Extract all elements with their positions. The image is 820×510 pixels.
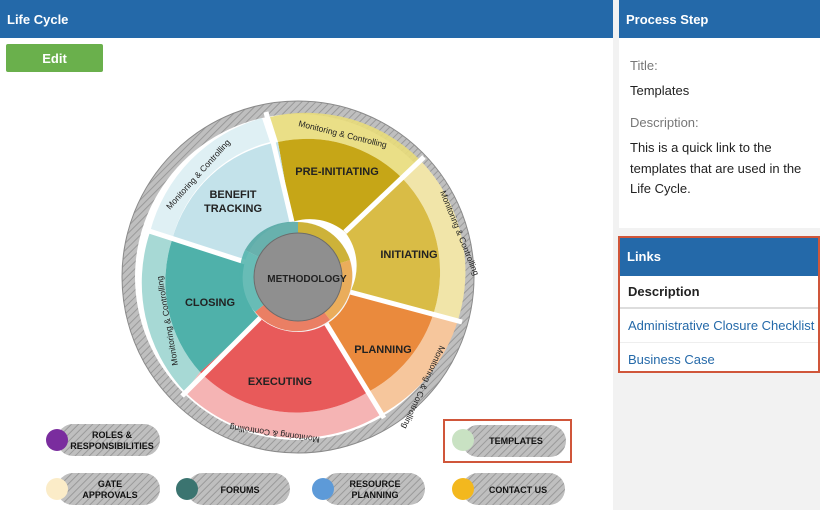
links-column-header: Description [620, 276, 818, 309]
svg-text:PLANNING: PLANNING [352, 490, 399, 500]
description-label: Description: [630, 115, 699, 130]
description-line-1: This is a quick link to the [630, 140, 772, 155]
label-executing: EXECUTING [248, 376, 312, 388]
links-header: Links [620, 238, 818, 276]
link-administrative-closure-checklist[interactable]: Administrative Closure Checklist [620, 309, 818, 343]
legend-roles[interactable]: ROLES & RESPONSIBILITIES [46, 424, 160, 456]
legend-templates[interactable]: TEMPLATES [452, 425, 566, 457]
label-planning: PLANNING [354, 344, 411, 356]
title-label: Title: [630, 58, 658, 73]
svg-text:TEMPLATES: TEMPLATES [489, 436, 543, 446]
legend-forums[interactable]: FORUMS [176, 473, 290, 505]
svg-text:CONTACT US: CONTACT US [489, 485, 547, 495]
label-benefit: BENEFIT [209, 189, 256, 201]
svg-text:ROLES &: ROLES & [92, 430, 133, 440]
title-value: Templates [630, 83, 690, 98]
svg-text:RESOURCE: RESOURCE [349, 479, 400, 489]
links-panel: Links Description Administrative Closure… [618, 236, 820, 373]
label-pre-initiating: PRE-INITIATING [295, 166, 379, 178]
process-step-header: Process Step [619, 0, 820, 38]
lifecycle-wheel: METHODOLOGY PRE-INITIATING INITIATING PL… [46, 100, 572, 505]
label-tracking: TRACKING [204, 203, 262, 215]
description-line-2: templates that are used in the [630, 161, 802, 176]
svg-text:RESPONSIBILITIES: RESPONSIBILITIES [70, 441, 154, 451]
legend-gate-approvals[interactable]: GATE APPROVALS [46, 473, 160, 505]
legend-resource-planning[interactable]: RESOURCE PLANNING [312, 473, 425, 505]
center-label: METHODOLOGY [267, 274, 347, 285]
label-initiating: INITIATING [380, 249, 437, 261]
svg-text:FORUMS: FORUMS [221, 485, 260, 495]
process-step-title: Process Step [626, 12, 709, 27]
label-closing: CLOSING [185, 297, 235, 309]
legend-contact-us[interactable]: CONTACT US [452, 473, 565, 505]
svg-text:APPROVALS: APPROVALS [82, 490, 137, 500]
description-line-3: Life Cycle. [630, 181, 691, 196]
svg-text:GATE: GATE [98, 479, 122, 489]
link-business-case[interactable]: Business Case [620, 343, 818, 376]
